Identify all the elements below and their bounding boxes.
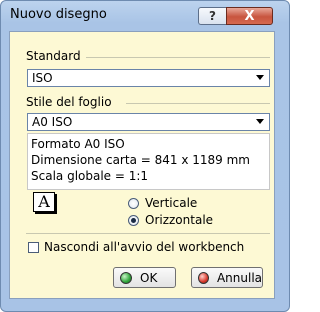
dialog-window: Nuovo disegno ? X Standard ISO Stile del… (0, 0, 290, 312)
dialog-body: Standard ISO Stile del foglio A0 ISO For… (9, 31, 275, 299)
horizontal-radio[interactable] (128, 214, 139, 226)
scale-text: Scala globale = 1:1 (31, 169, 149, 183)
sheet-style-select[interactable]: A0 ISO (27, 113, 270, 131)
help-button[interactable]: ? (198, 7, 226, 25)
standard-label: Standard (26, 49, 81, 63)
hide-at-startup-label: Nascondi all'avvio del workbench (44, 240, 245, 254)
window-title: Nuovo disegno (10, 7, 107, 22)
sheet-style-select-value: A0 ISO (32, 115, 73, 129)
page-orientation-icon: A (33, 192, 55, 212)
horizontal-label: Orizzontale (145, 213, 214, 227)
sheet-info-box: Formato A0 ISO Dimensione carta = 841 x … (27, 133, 270, 190)
paper-size-text: Dimensione carta = 841 x 1189 mm (31, 153, 250, 167)
format-text: Formato A0 ISO (31, 137, 125, 151)
sheet-style-divider (126, 103, 270, 104)
chevron-down-icon (256, 75, 264, 80)
orientation-vertical-option[interactable]: Verticale (128, 195, 197, 211)
chevron-down-icon (256, 119, 264, 124)
cancel-label: Annulla (216, 270, 262, 285)
close-button[interactable]: X (226, 7, 273, 25)
page-letter-icon: A (38, 192, 50, 211)
vertical-radio[interactable] (128, 197, 139, 209)
orientation-horizontal-option[interactable]: Orizzontale (128, 212, 213, 228)
cancel-indicator-icon (198, 271, 209, 284)
vertical-label: Verticale (145, 196, 198, 210)
hide-at-startup-checkbox[interactable] (28, 241, 39, 253)
options-divider (26, 233, 270, 234)
ok-button[interactable]: OK (113, 267, 176, 288)
ok-label: OK (140, 270, 158, 285)
ok-indicator-icon (120, 271, 132, 284)
cancel-button[interactable]: Annulla (191, 267, 263, 288)
hide-at-startup-option[interactable]: Nascondi all'avvio del workbench (28, 240, 244, 254)
help-icon: ? (209, 9, 216, 23)
title-bar[interactable]: Nuovo disegno ? X (1, 1, 289, 31)
close-icon: X (244, 8, 255, 24)
standard-select-value: ISO (32, 71, 53, 85)
standard-divider (86, 57, 270, 58)
standard-select[interactable]: ISO (27, 69, 270, 87)
sheet-style-label: Stile del foglio (26, 95, 112, 109)
